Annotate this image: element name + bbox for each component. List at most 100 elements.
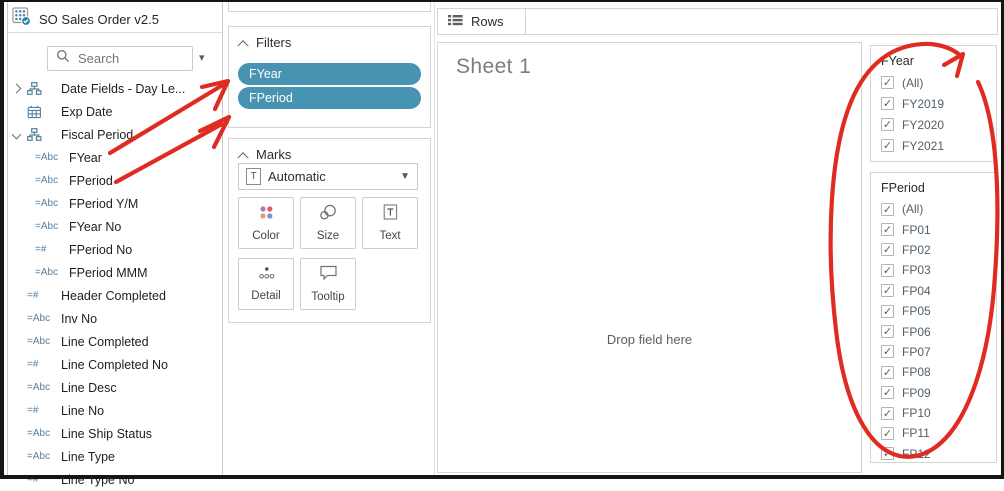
filter-item-fperiod-fp03[interactable]: ✓ FP03 — [881, 260, 996, 280]
shelf-pane-border — [434, 2, 435, 475]
filter-item-fperiod-fp12[interactable]: ✓ FP12 — [881, 444, 996, 462]
data-pane-border — [222, 2, 223, 475]
divider — [8, 32, 222, 33]
filter-item-fperiod-fp05[interactable]: ✓ FP05 — [881, 301, 996, 321]
filter-pill-fyear[interactable]: FYear — [238, 63, 421, 85]
datasource-icon — [12, 7, 31, 31]
field-line-no[interactable]: =# Line No — [4, 399, 220, 422]
filter-item-fperiod-fp04[interactable]: ✓ FP04 — [881, 281, 996, 301]
field-header-completed[interactable]: =# Header Completed — [4, 284, 220, 307]
detail-button[interactable]: Detail — [238, 258, 294, 310]
filter-item-label: FP09 — [902, 385, 931, 400]
search-icon — [56, 49, 70, 68]
filter-item-fperiod-fp06[interactable]: ✓ FP06 — [881, 321, 996, 341]
sheet-canvas[interactable]: Sheet 1 Drop field here — [437, 42, 862, 473]
field-fperiod-no[interactable]: =# FPeriod No — [4, 238, 220, 261]
field-fperiod[interactable]: =Abc FPeriod — [4, 169, 220, 192]
filter-item-label: FP06 — [902, 324, 931, 339]
collapse-chevron-icon[interactable] — [237, 39, 249, 51]
checkbox-fp07[interactable]: ✓ — [881, 345, 894, 359]
search-input[interactable]: Search — [47, 46, 193, 71]
rows-shelf[interactable]: Rows — [437, 8, 998, 35]
text-mark-icon: T — [246, 168, 261, 185]
field-label: FPeriod — [69, 173, 113, 188]
checkbox-fp06[interactable]: ✓ — [881, 325, 894, 339]
checkbox-fp05[interactable]: ✓ — [881, 304, 894, 318]
checkbox-all[interactable]: ✓ — [881, 76, 894, 89]
checkbox-fp11[interactable]: ✓ — [881, 426, 894, 440]
calc-abc-icon: =Abc — [27, 382, 51, 393]
field-line-completed-no[interactable]: =# Line Completed No — [4, 353, 220, 376]
quick-filter-card-fyear: FYear ✓ (All) ✓ FY2019 ✓ FY2020 ✓ FY2021 — [870, 45, 997, 162]
filter-item-fperiod-fp11[interactable]: ✓ FP11 — [881, 423, 996, 443]
checkbox-fp12[interactable]: ✓ — [881, 447, 894, 461]
filter-item-label: FY2021 — [902, 138, 945, 153]
field-line-ship-status[interactable]: =Abc Line Ship Status — [4, 422, 220, 445]
calc-abc-icon: =Abc — [35, 152, 59, 163]
filter-item-label: (All) — [902, 202, 924, 217]
mark-type-dropdown[interactable]: T Automatic ▼ — [238, 163, 418, 190]
filter-item-label: (All) — [902, 75, 924, 90]
calc-abc-icon: =Abc — [27, 313, 51, 324]
filter-item-fyear-fy2020[interactable]: ✓ FY2020 — [881, 114, 996, 135]
filter-item-fperiod-fp02[interactable]: ✓ FP02 — [881, 240, 996, 260]
field-line-type-no[interactable]: =# Line Type No — [4, 468, 220, 491]
filter-item-fyear-all[interactable]: ✓ (All) — [881, 72, 996, 93]
quick-filter-card-fperiod: FPeriod ✓ (All) ✓ FP01 ✓ FP02 ✓ FP03 ✓ FP04 ✓ FP05 ✓ F… — [870, 172, 997, 463]
field-exp-date[interactable]: Exp Date — [4, 100, 220, 123]
filter-item-fperiod-fp01[interactable]: ✓ FP01 — [881, 219, 996, 239]
calc-abc-icon: =Abc — [35, 267, 59, 278]
checkbox-fp10[interactable]: ✓ — [881, 406, 894, 420]
checkbox-fp09[interactable]: ✓ — [881, 386, 894, 400]
mark-button-label: Size — [316, 230, 340, 242]
field-fiscal-period[interactable]: Fiscal Period — [4, 123, 220, 146]
mark-button-label: Text — [379, 230, 401, 242]
calc-number-icon: =# — [35, 244, 47, 255]
filter-pill-fperiod[interactable]: FPeriod — [238, 87, 421, 109]
calc-abc-icon: =Abc — [27, 336, 51, 347]
color-button[interactable]: Color — [238, 197, 294, 249]
filter-item-fperiod-fp08[interactable]: ✓ FP08 — [881, 362, 996, 382]
filter-item-fyear-fy2021[interactable]: ✓ FY2021 — [881, 135, 996, 156]
checkbox-fp08[interactable]: ✓ — [881, 365, 894, 379]
filter-item-label: FY2019 — [902, 96, 945, 111]
filter-item-fperiod-fp07[interactable]: ✓ FP07 — [881, 342, 996, 362]
tooltip-button[interactable]: Tooltip — [300, 258, 356, 310]
checkbox-fy2019[interactable]: ✓ — [881, 97, 894, 110]
filter-item-label: FP01 — [902, 222, 931, 237]
search-options-caret[interactable]: ▾ — [199, 51, 205, 64]
field-label: Line Completed — [61, 334, 149, 349]
field-line-desc[interactable]: =Abc Line Desc — [4, 376, 220, 399]
field-date-fields-day-le[interactable]: Date Fields - Day Le... — [4, 77, 220, 100]
mark-type-value: Automatic — [268, 169, 326, 184]
field-label: Line Type No — [61, 472, 135, 487]
checkbox-fp02[interactable]: ✓ — [881, 243, 894, 257]
field-label: Line Completed No — [61, 357, 169, 372]
size-button[interactable]: Size — [300, 197, 356, 249]
calc-abc-icon: =Abc — [35, 175, 59, 186]
filter-item-fyear-fy2019[interactable]: ✓ FY2019 — [881, 93, 996, 114]
checkbox-fp03[interactable]: ✓ — [881, 263, 894, 277]
checkbox-fp01[interactable]: ✓ — [881, 223, 894, 237]
field-line-completed[interactable]: =Abc Line Completed — [4, 330, 220, 353]
field-inv-no[interactable]: =Abc Inv No — [4, 307, 220, 330]
filter-item-fperiod-all[interactable]: ✓ (All) — [881, 199, 996, 219]
field-fyear-no[interactable]: =Abc FYear No — [4, 215, 220, 238]
checkbox-fy2021[interactable]: ✓ — [881, 139, 894, 152]
checkbox-fy2020[interactable]: ✓ — [881, 118, 894, 131]
tooltip-icon — [319, 265, 338, 286]
field-fyear[interactable]: =Abc FYear — [4, 146, 220, 169]
checkbox-fp04[interactable]: ✓ — [881, 284, 894, 298]
collapse-chevron-icon[interactable] — [237, 151, 249, 163]
filter-item-fperiod-fp10[interactable]: ✓ FP10 — [881, 403, 996, 423]
mark-button-label: Tooltip — [311, 291, 345, 303]
filter-item-fperiod-fp09[interactable]: ✓ FP09 — [881, 383, 996, 403]
text-button[interactable]: Text — [362, 197, 418, 249]
field-fperiod-y-m[interactable]: =Abc FPeriod Y/M — [4, 192, 220, 215]
field-line-type[interactable]: =Abc Line Type — [4, 445, 220, 468]
tree-chevron-icon[interactable] — [11, 83, 27, 94]
pages-card-partial — [228, 0, 431, 12]
checkbox-all[interactable]: ✓ — [881, 202, 894, 216]
tree-chevron-icon[interactable] — [11, 129, 27, 140]
field-fperiod-mmm[interactable]: =Abc FPeriod MMM — [4, 261, 220, 284]
